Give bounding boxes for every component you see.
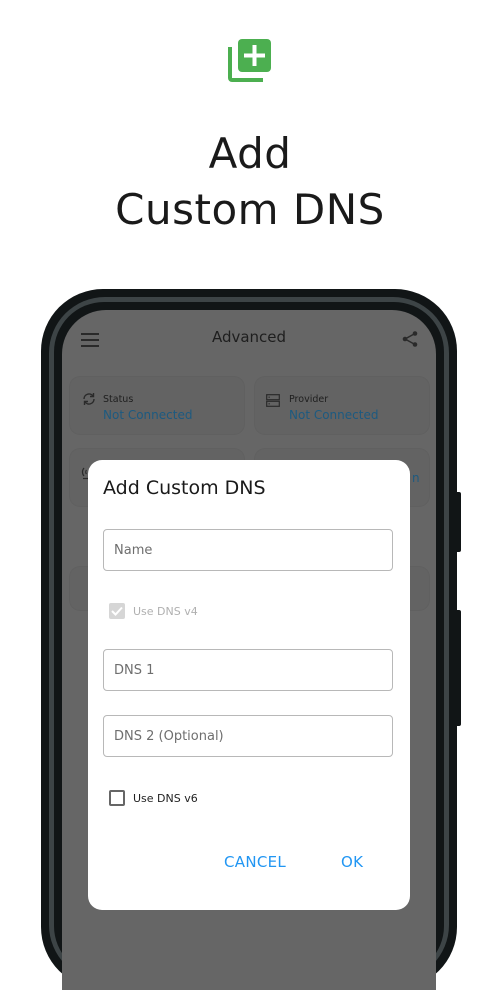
dns1-input[interactable] — [104, 650, 392, 690]
provider-card[interactable]: Provider Not Connected — [255, 377, 429, 434]
use-dns-v4-checkbox[interactable] — [109, 603, 125, 619]
card-value: Not Connected — [289, 408, 379, 422]
checkmark-icon — [111, 606, 123, 616]
name-field[interactable] — [103, 529, 393, 571]
cancel-button[interactable]: CANCEL — [224, 853, 286, 871]
use-dns-v6-row[interactable]: Use DNS v6 — [109, 790, 198, 806]
use-dns-v4-label: Use DNS v4 — [133, 604, 198, 618]
sync-icon — [81, 391, 97, 410]
app-bar-title: Advanced — [211, 328, 287, 346]
dns1-field[interactable] — [103, 649, 393, 691]
dns2-field[interactable] — [103, 715, 393, 757]
dns2-input[interactable] — [104, 716, 392, 756]
server-icon — [266, 392, 280, 411]
card-label: Provider — [289, 394, 329, 405]
use-dns-v6-checkbox[interactable] — [109, 790, 125, 806]
name-input[interactable] — [104, 530, 392, 570]
ok-button[interactable]: OK — [341, 853, 363, 871]
status-card[interactable]: Status Not Connected — [70, 377, 244, 434]
card-label: Status — [103, 394, 134, 405]
app-bar: Advanced — [62, 310, 436, 368]
use-dns-v6-label: Use DNS v6 — [133, 791, 198, 805]
card-value: n — [412, 471, 420, 485]
card-value: Not Connected — [103, 408, 193, 422]
add-custom-dns-dialog: Add Custom DNS Use DNS v4 Use DNS v6 CAN… — [88, 460, 410, 910]
dialog-title: Add Custom DNS — [103, 477, 266, 499]
add-to-library-icon — [228, 38, 272, 82]
hero-title: Add Custom DNS — [0, 126, 500, 238]
use-dns-v4-row[interactable]: Use DNS v4 — [109, 603, 198, 619]
hero-title-line2: Custom DNS — [115, 185, 385, 234]
share-icon[interactable] — [401, 330, 419, 348]
hero-title-line1: Add — [208, 129, 292, 178]
